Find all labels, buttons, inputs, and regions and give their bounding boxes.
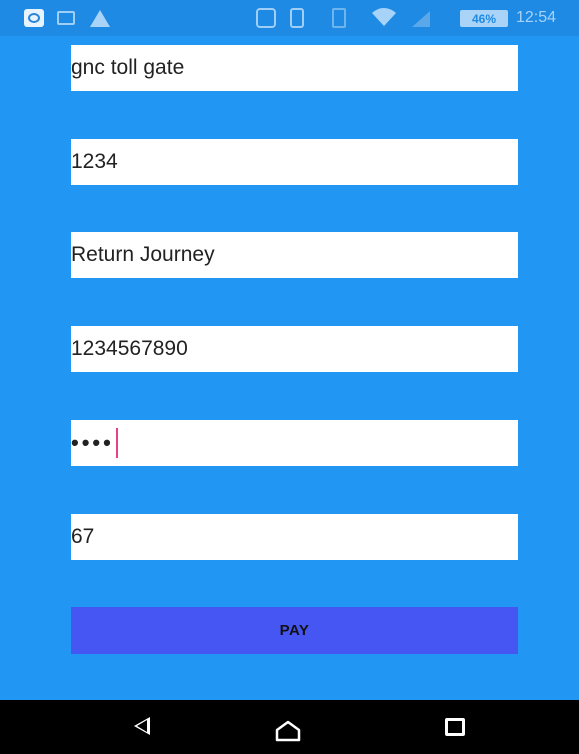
- battery-indicator: 46%: [460, 10, 508, 27]
- app-notification-icon: [24, 9, 44, 27]
- nfc-icon: [256, 8, 276, 28]
- amount-field[interactable]: 67: [71, 514, 518, 560]
- back-icon[interactable]: [134, 717, 150, 735]
- payment-screen: 46% 12:54 gnc toll gate 1234 Return Jour…: [0, 0, 579, 754]
- code-value: 1234: [71, 150, 118, 173]
- signal-icon: [410, 9, 430, 27]
- pin-masked-value: ••••: [71, 430, 114, 455]
- toll-gate-field[interactable]: gnc toll gate: [71, 45, 518, 91]
- image-notification-icon: [57, 11, 75, 25]
- home-icon[interactable]: [275, 720, 301, 742]
- code-field[interactable]: 1234: [71, 139, 518, 185]
- vibrate-icon: [290, 8, 304, 28]
- pay-button[interactable]: PAY: [71, 607, 518, 654]
- journey-type-value: Return Journey: [71, 243, 215, 266]
- warning-icon: [90, 10, 110, 27]
- pin-field[interactable]: ••••: [71, 420, 518, 466]
- status-bar: 46% 12:54: [0, 0, 579, 36]
- phone-number-field[interactable]: 1234567890: [71, 326, 518, 372]
- wifi-icon: [370, 7, 398, 27]
- phone-number-value: 1234567890: [71, 337, 188, 360]
- text-cursor: [115, 428, 118, 458]
- recents-icon[interactable]: [445, 718, 465, 736]
- toll-gate-value: gnc toll gate: [71, 56, 185, 79]
- navigation-bar: [0, 700, 579, 754]
- clock: 12:54: [516, 9, 557, 26]
- journey-type-field[interactable]: Return Journey: [71, 232, 518, 278]
- sim-icon: [332, 8, 346, 28]
- amount-value: 67: [71, 525, 95, 548]
